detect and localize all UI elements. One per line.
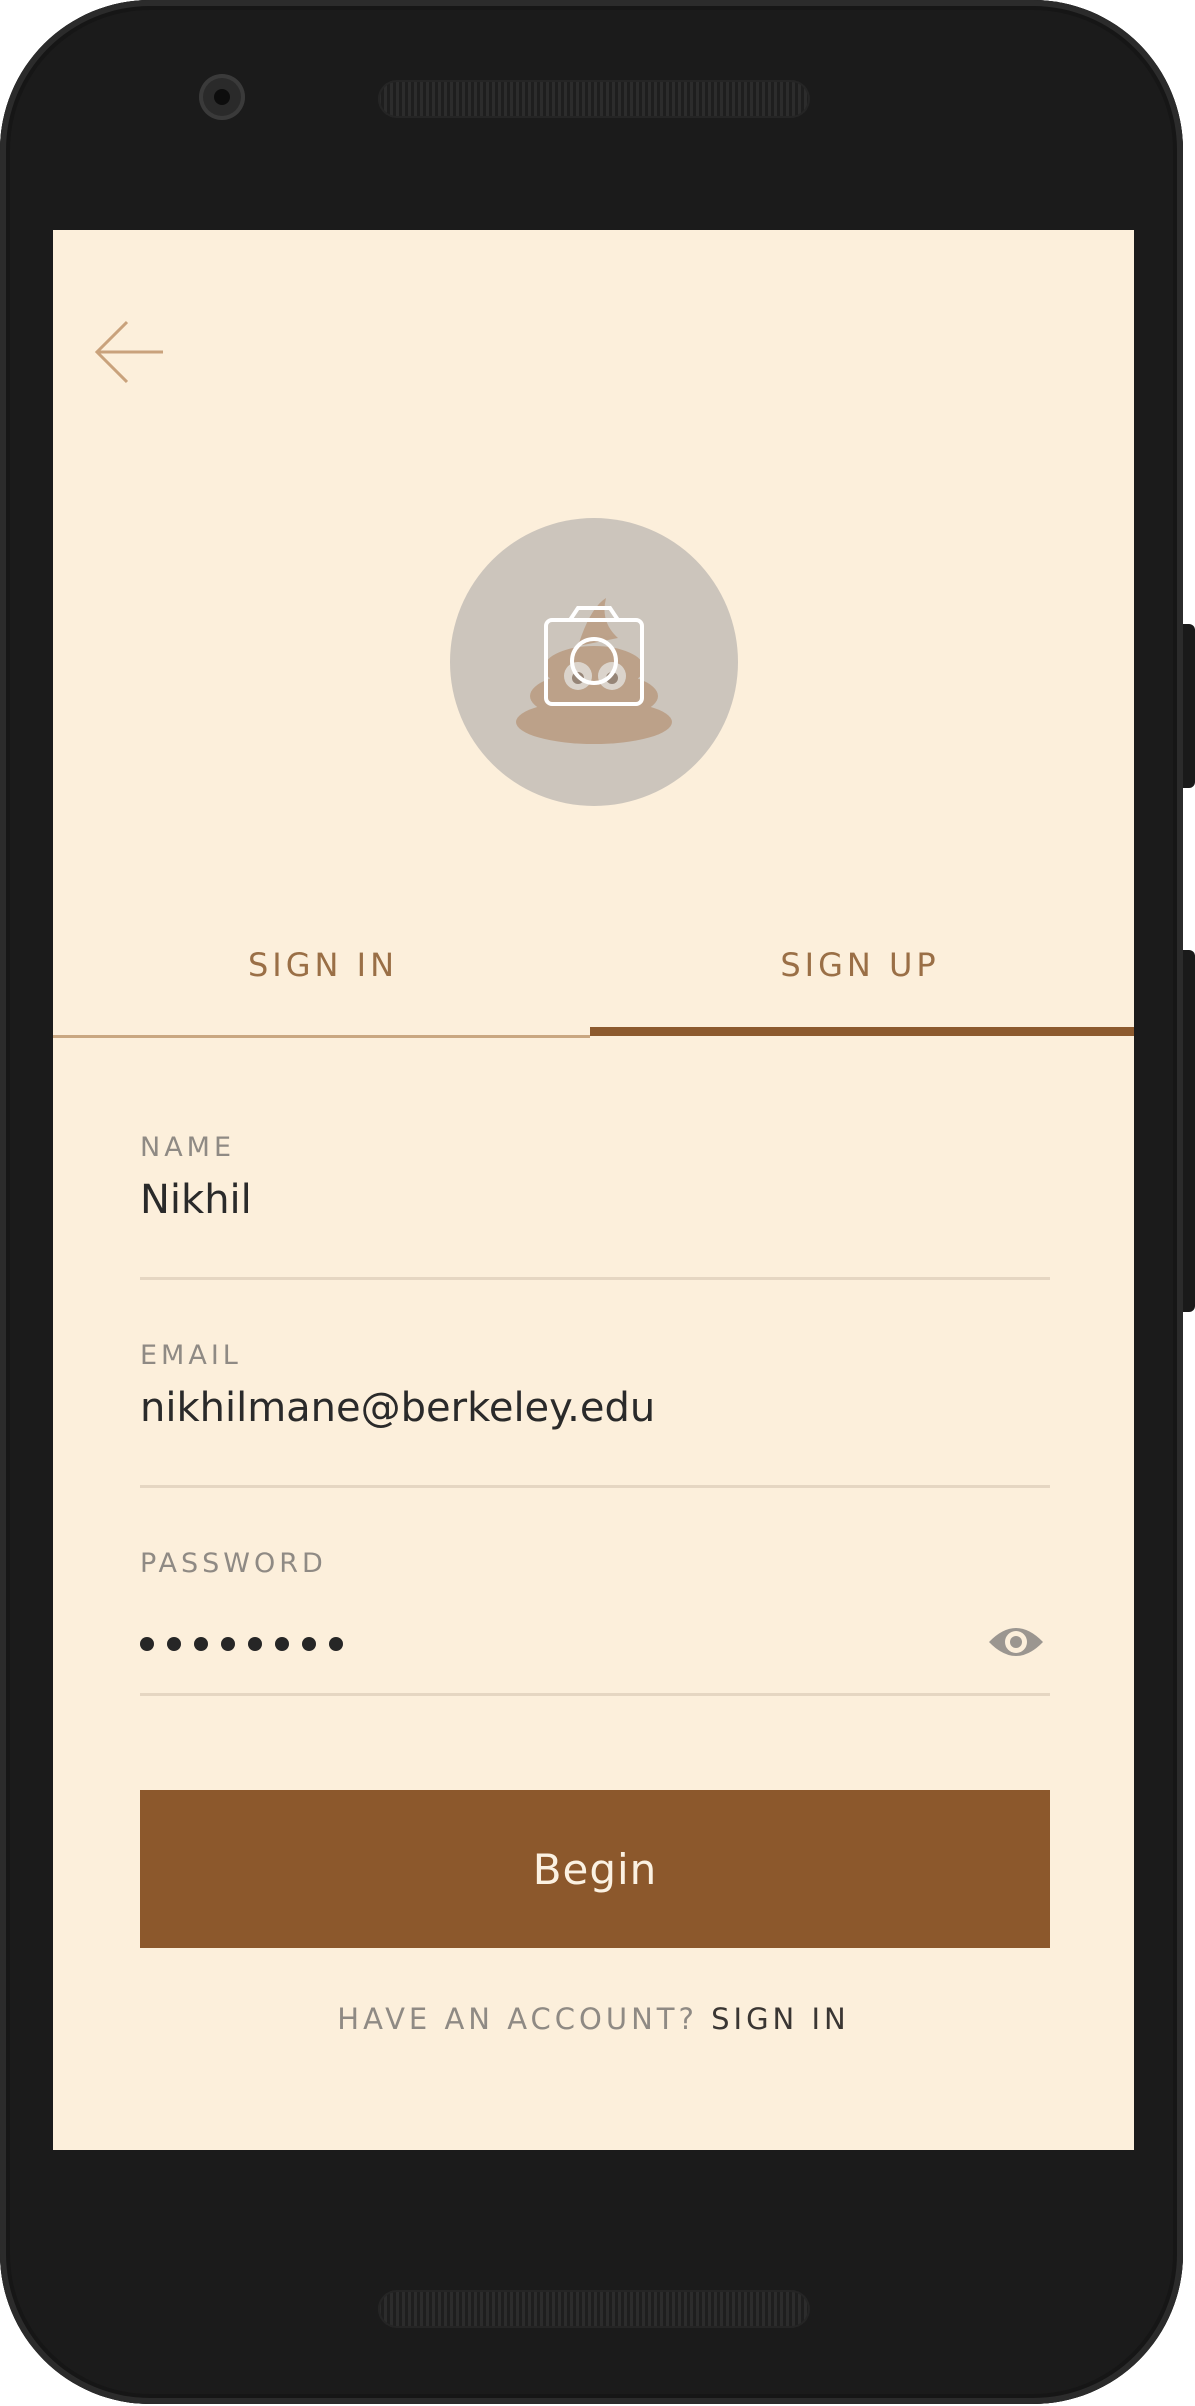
active-tab-indicator bbox=[590, 1027, 1134, 1036]
power-button bbox=[1183, 624, 1195, 788]
back-button[interactable] bbox=[91, 314, 167, 390]
signup-screen: SIGN IN SIGN UP NAME EMAIL PASSWORD Begi… bbox=[53, 230, 1134, 2150]
name-label: NAME bbox=[140, 1132, 236, 1163]
have-account-text: HAVE AN ACCOUNT? bbox=[337, 2002, 698, 2036]
bottom-speaker bbox=[378, 2290, 810, 2328]
eye-icon bbox=[989, 1628, 1043, 1656]
name-field[interactable] bbox=[140, 1170, 960, 1230]
profile-photo-picker[interactable] bbox=[450, 518, 738, 806]
password-mask-dot bbox=[248, 1637, 262, 1651]
password-mask-dot bbox=[221, 1637, 235, 1651]
front-camera bbox=[199, 74, 245, 120]
arrow-left-icon bbox=[94, 320, 163, 384]
tab-sign-up[interactable]: SIGN UP bbox=[590, 946, 1130, 984]
password-mask-dot bbox=[194, 1637, 208, 1651]
volume-button bbox=[1183, 950, 1195, 1312]
tab-divider bbox=[53, 1035, 590, 1038]
email-label: EMAIL bbox=[140, 1340, 242, 1371]
password-mask-dot bbox=[167, 1637, 181, 1651]
password-mask-dot bbox=[329, 1637, 343, 1651]
begin-button[interactable]: Begin bbox=[140, 1790, 1050, 1948]
name-underline bbox=[140, 1277, 1050, 1280]
password-mask-dot bbox=[302, 1637, 316, 1651]
password-field[interactable] bbox=[140, 1637, 343, 1651]
earpiece-speaker bbox=[378, 80, 810, 118]
password-mask-dot bbox=[275, 1637, 289, 1651]
toggle-password-visibility-button[interactable] bbox=[987, 1618, 1045, 1666]
have-account-prompt: HAVE AN ACCOUNT? SIGN IN bbox=[53, 2002, 1134, 2036]
password-underline bbox=[140, 1693, 1050, 1696]
password-label: PASSWORD bbox=[140, 1548, 327, 1579]
password-mask-dot bbox=[140, 1637, 154, 1651]
email-field[interactable] bbox=[140, 1378, 960, 1438]
tab-sign-in[interactable]: SIGN IN bbox=[53, 946, 593, 984]
email-underline bbox=[140, 1485, 1050, 1488]
sign-in-link[interactable]: SIGN IN bbox=[711, 2002, 850, 2036]
camera-icon bbox=[544, 606, 644, 706]
